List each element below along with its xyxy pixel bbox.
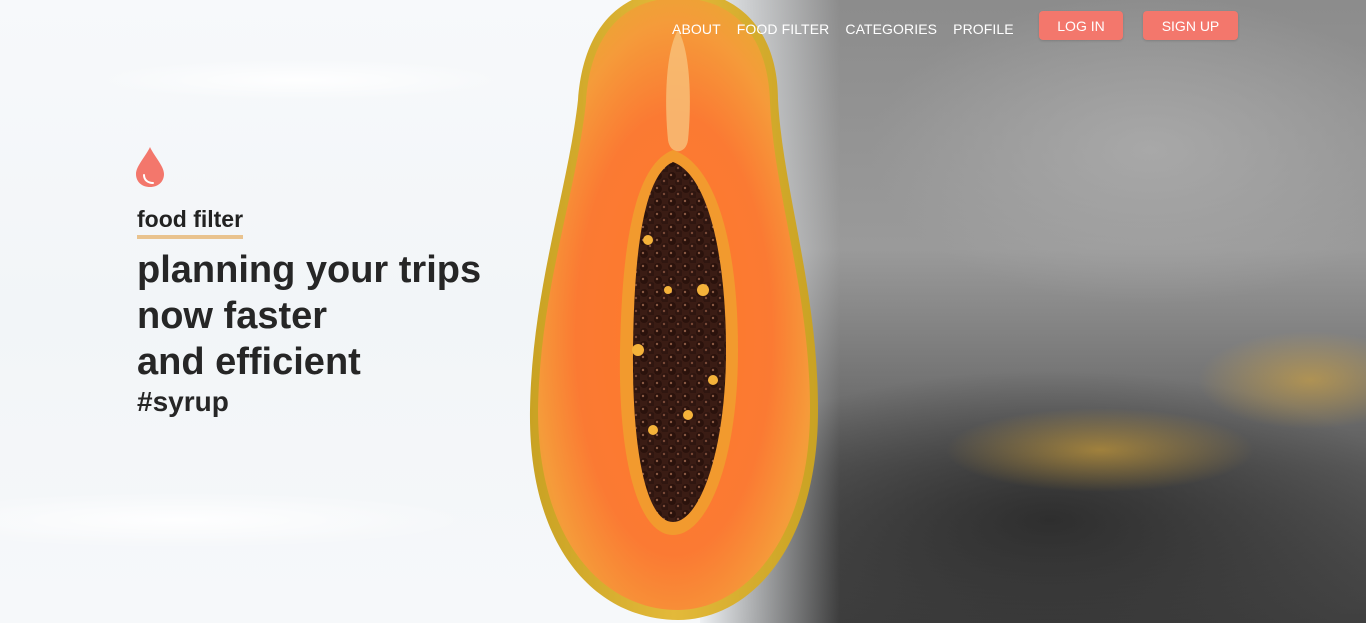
top-nav: ABOUT FOOD FILTER CATEGORIES PROFILE bbox=[672, 12, 1030, 37]
nav-link-food-filter[interactable]: FOOD FILTER bbox=[737, 12, 830, 37]
nav-link-profile[interactable]: PROFILE bbox=[953, 12, 1014, 37]
nav-link-about[interactable]: ABOUT bbox=[672, 12, 721, 37]
hero-headline: planning your trips now faster and effic… bbox=[137, 247, 481, 385]
headline-line-1: planning your trips bbox=[137, 249, 482, 291]
nav-link-categories[interactable]: CATEGORIES bbox=[845, 12, 937, 37]
headline-line-3: and efficient bbox=[137, 341, 361, 383]
hero-hashtag: #syrup bbox=[137, 386, 229, 417]
headline-line-2: now faster bbox=[137, 295, 328, 337]
hero-kicker: food filter bbox=[137, 206, 244, 239]
signup-button[interactable]: SIGN UP bbox=[1143, 11, 1238, 40]
papaya-image bbox=[529, 0, 818, 620]
hero-section: ABOUT FOOD FILTER CATEGORIES PROFILE LOG… bbox=[0, 0, 1366, 623]
login-button[interactable]: LOG IN bbox=[1039, 11, 1123, 40]
drop-icon bbox=[136, 147, 164, 187]
